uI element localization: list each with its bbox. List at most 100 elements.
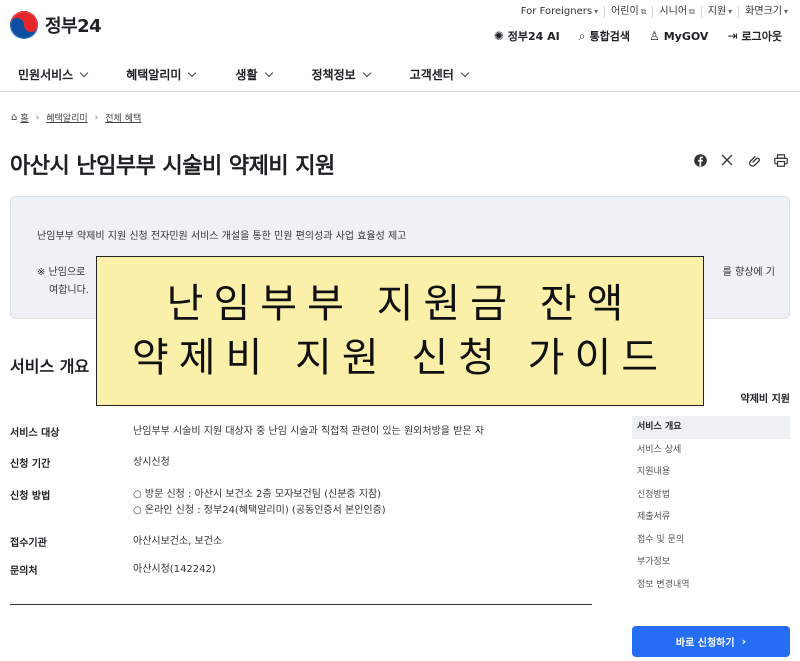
taegeuk-logo-icon — [9, 10, 39, 40]
share-tools — [681, 152, 789, 168]
info-row-target: 서비스 대상 난임부부 시술비 지원 대상자 중 난임 시술과 직접적 관련이 … — [10, 424, 592, 440]
info-label: 신청 기간 — [10, 459, 51, 470]
action-label: 통합검색 — [589, 30, 630, 43]
info-row-period: 신청 기간 상시신청 — [10, 455, 592, 471]
util-link-label: 지원 — [707, 6, 727, 17]
chevron-right-icon: › — [35, 112, 40, 123]
gnb-label: 정책정보 — [311, 68, 356, 82]
chevron-right-icon: › — [741, 635, 747, 648]
sidebar-item-overview[interactable]: 서비스 개요 — [632, 416, 790, 439]
chevron-down-icon — [79, 68, 89, 77]
chevron-down-icon — [362, 68, 371, 77]
logo-text: 정부24 — [45, 16, 102, 37]
info-label: 신청 방법 — [10, 491, 51, 502]
chevron-down-icon: ▾ — [594, 7, 599, 16]
external-link-icon: ⧉ — [689, 7, 695, 16]
home-icon: ⌂ — [11, 112, 18, 123]
action-label: 정부24 AI — [507, 30, 560, 43]
chevron-down-icon: ▾ — [728, 7, 733, 16]
breadcrumb: ⌂ 홈 › 혜택알리미 › 전체 혜택 — [11, 111, 141, 124]
header-actions: ✺ 정부24 AI ⌕ 통합검색 ♙ MyGOV ⇥ 로그아웃 — [475, 28, 782, 44]
gnb-item-civil-service[interactable]: 민원서비스 — [18, 66, 89, 83]
util-link-font-size[interactable]: 화면크기 ▾ — [739, 6, 788, 18]
breadcrumb-all-benefits[interactable]: 전체 혜택 — [105, 111, 141, 124]
sidebar-item-additional-info[interactable]: 부가정보 — [632, 551, 790, 574]
external-link-icon: ⧉ — [640, 7, 647, 16]
facebook-icon[interactable] — [692, 152, 708, 168]
sidebar-item-documents[interactable]: 제출서류 — [632, 506, 790, 529]
info-value: 아산시청(142242) — [133, 564, 216, 575]
summary-note-cont: 여합니다. — [49, 285, 89, 296]
chatbot-icon: ✺ — [493, 29, 504, 43]
main-navigation: 민원서비스 혜택알리미 생활 정책정보 고객센터 — [0, 58, 800, 92]
info-label: 접수기관 — [10, 538, 47, 549]
integrated-search-button[interactable]: ⌕ 통합검색 — [579, 28, 630, 44]
info-value-list: ○ 방문 신청 : 아산시 보건소 2층 모자보건팀 (신분증 지참) ○ 온라… — [133, 487, 386, 519]
chevron-down-icon — [460, 68, 470, 77]
summary-text: 난임부부 약제비 지원 신청 전자민원 서비스 개설을 통한 민원 편의성과 사… — [37, 231, 407, 242]
info-value: ○ 온라인 신청 : 정부24(혜택알리미) (공동인증서 본인인증) — [133, 505, 386, 516]
info-value: 아산시보건소, 보건소 — [133, 536, 223, 547]
site-header: 정부24 For Foreigners ▾ 어린이 ⧉ 시니어 ⧉ 지원 ▾ 화면크기 ▾… — [0, 0, 800, 58]
util-link-senior[interactable]: 시니어 ⧉ — [653, 6, 702, 18]
util-link-label: 어린이 — [611, 6, 639, 17]
chevron-down-icon — [188, 68, 197, 77]
breadcrumb-benefit-alert[interactable]: 혜택알리미 — [46, 111, 87, 124]
sidebar-item-apply-method[interactable]: 신청방법 — [632, 484, 790, 507]
link-copy-icon[interactable] — [746, 152, 762, 168]
gnb-label: 고객센터 — [409, 68, 454, 82]
logout-button[interactable]: ⇥ 로그아웃 — [727, 28, 782, 44]
sidebar-item-detail[interactable]: 서비스 상세 — [632, 439, 790, 462]
summary-note-end: 를 향상에 기 — [722, 267, 775, 278]
section-title: 서비스 개요 — [10, 357, 90, 376]
info-value: 난임부부 시술비 지원 대상자 중 난임 시술과 직접적 관련이 있는 원외처방… — [133, 426, 484, 437]
chevron-right-icon: › — [94, 112, 99, 123]
info-label: 서비스 대상 — [10, 428, 60, 439]
sidebar-title: 약제비 지원 — [740, 394, 790, 405]
apply-now-button[interactable]: 바로 신청하기 › — [632, 626, 790, 657]
banner-line-1: 난임부부 지원금 잔액 — [166, 281, 634, 327]
page-title: 아산시 난임부부 시술비 약제비 지원 — [10, 154, 335, 179]
mygov-button[interactable]: ♙ MyGOV — [649, 29, 708, 43]
chevron-down-icon: ▾ — [783, 7, 788, 16]
info-value: 상시신청 — [133, 457, 170, 468]
util-link-label: 시니어 — [659, 6, 688, 17]
sidebar-item-reception[interactable]: 접수 및 문의 — [632, 529, 790, 552]
apply-button-label: 바로 신청하기 — [675, 638, 735, 649]
info-label: 문의처 — [10, 566, 38, 577]
sidebar-item-change-history[interactable]: 정보 변경내역 — [632, 574, 790, 597]
util-link-label: For Foreigners — [520, 6, 593, 17]
action-label: 로그아웃 — [741, 30, 782, 43]
action-label: MyGOV — [663, 29, 709, 43]
gov24-logo[interactable]: 정부24 — [9, 10, 102, 40]
gnb-item-benefit-alert[interactable]: 혜택알리미 — [126, 66, 197, 83]
gov24-ai-button[interactable]: ✺ 정부24 AI — [494, 28, 560, 44]
util-link-support[interactable]: 지원 ▾ — [702, 6, 740, 18]
x-twitter-icon[interactable] — [719, 152, 735, 168]
service-info-table: 서비스 대상 난임부부 시술비 지원 대상자 중 난임 시술과 직접적 관련이 … — [10, 408, 592, 578]
print-icon[interactable] — [773, 152, 789, 168]
breadcrumb-home[interactable]: 홈 — [20, 111, 28, 124]
info-row-method: 신청 방법 ○ 방문 신청 : 아산시 보건소 2층 모자보건팀 (신분증 지참… — [10, 487, 592, 519]
banner-line-2: 약제비 지원 신청 가이드 — [131, 335, 669, 381]
logout-icon: ⇥ — [727, 29, 738, 43]
util-link-foreigners[interactable]: For Foreigners ▾ — [515, 6, 606, 18]
chevron-down-icon — [264, 68, 273, 77]
info-value: ○ 방문 신청 : 아산시 보건소 2층 모자보건팀 (신분증 지참) — [133, 489, 382, 500]
gnb-item-policy-info[interactable]: 정책정보 — [311, 66, 371, 83]
sidebar-nav: 서비스 개요 서비스 상세 지원내용 신청방법 제출서류 접수 및 문의 부가정… — [632, 416, 790, 596]
sidebar-item-support-content[interactable]: 지원내용 — [632, 461, 790, 484]
overlay-banner: 난임부부 지원금 잔액 약제비 지원 신청 가이드 — [96, 256, 704, 406]
table-divider — [10, 604, 592, 605]
utility-links: For Foreigners ▾ 어린이 ⧉ 시니어 ⧉ 지원 ▾ 화면크기 ▾ — [515, 6, 788, 18]
util-link-label: 화면크기 — [745, 6, 782, 17]
util-link-kids[interactable]: 어린이 ⧉ — [605, 6, 654, 18]
gnb-item-customer-center[interactable]: 고객센터 — [409, 66, 470, 83]
gnb-label: 민원서비스 — [18, 68, 74, 82]
gnb-label: 혜택알리미 — [126, 68, 182, 82]
gnb-item-life[interactable]: 생활 — [235, 66, 273, 83]
info-row-agency: 접수기관 아산시보건소, 보건소 — [10, 534, 592, 550]
summary-note: ※ 난임으로 — [37, 267, 86, 278]
user-icon: ♙ — [648, 29, 660, 43]
gnb-label: 생활 — [235, 68, 258, 82]
